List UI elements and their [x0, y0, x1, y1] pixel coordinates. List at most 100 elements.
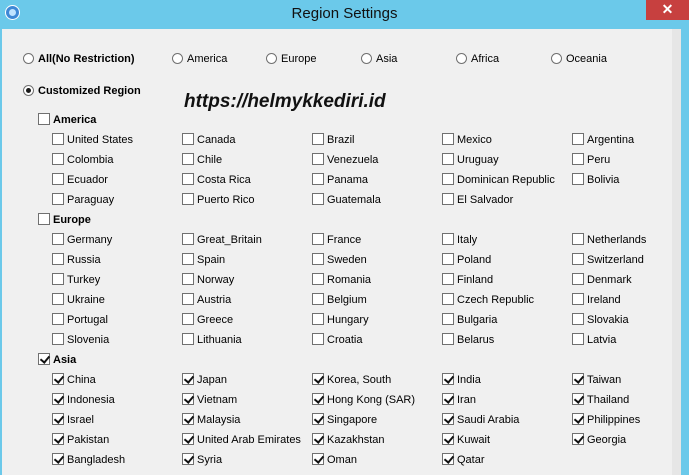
country-checkbox[interactable] — [182, 193, 194, 205]
radio-asia[interactable]: Asia — [361, 53, 397, 67]
country-checkbox[interactable] — [312, 253, 324, 265]
country-china[interactable]: China — [52, 373, 96, 387]
country-checkbox[interactable] — [572, 313, 584, 325]
country-checkbox[interactable] — [442, 153, 454, 165]
country-uruguay[interactable]: Uruguay — [442, 153, 499, 167]
country-checkbox[interactable] — [442, 273, 454, 285]
country-checkbox[interactable] — [442, 313, 454, 325]
country-checkbox[interactable] — [312, 333, 324, 345]
country-great-britain[interactable]: Great_Britain — [182, 233, 262, 247]
country-ecuador[interactable]: Ecuador — [52, 173, 108, 187]
country-brazil[interactable]: Brazil — [312, 133, 355, 147]
country-checkbox[interactable] — [442, 293, 454, 305]
country-checkbox[interactable] — [572, 433, 584, 445]
country-russia[interactable]: Russia — [52, 253, 101, 267]
radio-asia-indicator[interactable] — [361, 53, 372, 64]
country-checkbox[interactable] — [312, 413, 324, 425]
country-paraguay[interactable]: Paraguay — [52, 193, 114, 207]
country-spain[interactable]: Spain — [182, 253, 225, 267]
country-georgia[interactable]: Georgia — [572, 433, 626, 447]
country-checkbox[interactable] — [52, 273, 64, 285]
country-czech-republic[interactable]: Czech Republic — [442, 293, 534, 307]
country-canada[interactable]: Canada — [182, 133, 236, 147]
country-checkbox[interactable] — [52, 433, 64, 445]
country-el-salvador[interactable]: El Salvador — [442, 193, 513, 207]
country-pakistan[interactable]: Pakistan — [52, 433, 109, 447]
country-italy[interactable]: Italy — [442, 233, 477, 247]
country-malaysia[interactable]: Malaysia — [182, 413, 240, 427]
country-checkbox[interactable] — [442, 253, 454, 265]
country-mexico[interactable]: Mexico — [442, 133, 492, 147]
country-hungary[interactable]: Hungary — [312, 313, 369, 327]
radio-america[interactable]: America — [172, 53, 227, 67]
country-checkbox[interactable] — [52, 393, 64, 405]
country-checkbox[interactable] — [312, 313, 324, 325]
country-korea-south[interactable]: Korea, South — [312, 373, 391, 387]
country-checkbox[interactable] — [442, 373, 454, 385]
group-checkbox[interactable] — [38, 213, 50, 225]
country-checkbox[interactable] — [312, 233, 324, 245]
country-checkbox[interactable] — [182, 173, 194, 185]
country-checkbox[interactable] — [182, 373, 194, 385]
radio-america-indicator[interactable] — [172, 53, 183, 64]
country-checkbox[interactable] — [312, 373, 324, 385]
country-belgium[interactable]: Belgium — [312, 293, 367, 307]
country-checkbox[interactable] — [442, 133, 454, 145]
country-austria[interactable]: Austria — [182, 293, 231, 307]
country-turkey[interactable]: Turkey — [52, 273, 100, 287]
country-vietnam[interactable]: Vietnam — [182, 393, 237, 407]
country-taiwan[interactable]: Taiwan — [572, 373, 621, 387]
radio-customized-indicator[interactable] — [23, 85, 34, 96]
country-checkbox[interactable] — [182, 253, 194, 265]
group-checkbox[interactable] — [38, 353, 50, 365]
country-checkbox[interactable] — [312, 173, 324, 185]
country-checkbox[interactable] — [572, 173, 584, 185]
country-venezuela[interactable]: Venezuela — [312, 153, 378, 167]
radio-oceania[interactable]: Oceania — [551, 53, 607, 67]
country-checkbox[interactable] — [312, 193, 324, 205]
country-japan[interactable]: Japan — [182, 373, 227, 387]
country-israel[interactable]: Israel — [52, 413, 94, 427]
country-checkbox[interactable] — [572, 133, 584, 145]
country-checkbox[interactable] — [312, 293, 324, 305]
country-checkbox[interactable] — [312, 133, 324, 145]
country-checkbox[interactable] — [312, 273, 324, 285]
country-checkbox[interactable] — [52, 233, 64, 245]
country-latvia[interactable]: Latvia — [572, 333, 616, 347]
country-greece[interactable]: Greece — [182, 313, 233, 327]
country-checkbox[interactable] — [182, 433, 194, 445]
country-norway[interactable]: Norway — [182, 273, 234, 287]
country-checkbox[interactable] — [52, 173, 64, 185]
country-checkbox[interactable] — [312, 153, 324, 165]
country-chile[interactable]: Chile — [182, 153, 222, 167]
country-dominican-republic[interactable]: Dominican Republic — [442, 173, 555, 187]
country-thailand[interactable]: Thailand — [572, 393, 629, 407]
group-asia[interactable]: Asia — [38, 353, 76, 367]
country-checkbox[interactable] — [52, 193, 64, 205]
country-ukraine[interactable]: Ukraine — [52, 293, 105, 307]
radio-customized[interactable]: Customized Region — [23, 85, 141, 99]
radio-oceania-indicator[interactable] — [551, 53, 562, 64]
country-croatia[interactable]: Croatia — [312, 333, 362, 347]
country-checkbox[interactable] — [442, 433, 454, 445]
country-iran[interactable]: Iran — [442, 393, 476, 407]
country-panama[interactable]: Panama — [312, 173, 368, 187]
country-checkbox[interactable] — [572, 273, 584, 285]
country-belarus[interactable]: Belarus — [442, 333, 494, 347]
country-poland[interactable]: Poland — [442, 253, 491, 267]
country-bolivia[interactable]: Bolivia — [572, 173, 619, 187]
country-checkbox[interactable] — [182, 133, 194, 145]
country-checkbox[interactable] — [572, 333, 584, 345]
country-slovakia[interactable]: Slovakia — [572, 313, 629, 327]
country-checkbox[interactable] — [312, 433, 324, 445]
country-slovenia[interactable]: Slovenia — [52, 333, 109, 347]
country-hong-kong-sar[interactable]: Hong Kong (SAR) — [312, 393, 415, 407]
country-portugal[interactable]: Portugal — [52, 313, 108, 327]
country-checkbox[interactable] — [52, 293, 64, 305]
country-united-arab-emirates[interactable]: United Arab Emirates — [182, 433, 301, 447]
country-checkbox[interactable] — [52, 133, 64, 145]
close-button[interactable]: ✕ — [646, 0, 689, 20]
country-argentina[interactable]: Argentina — [572, 133, 634, 147]
country-puerto-rico[interactable]: Puerto Rico — [182, 193, 254, 207]
radio-all[interactable]: All(No Restriction) — [23, 53, 135, 67]
